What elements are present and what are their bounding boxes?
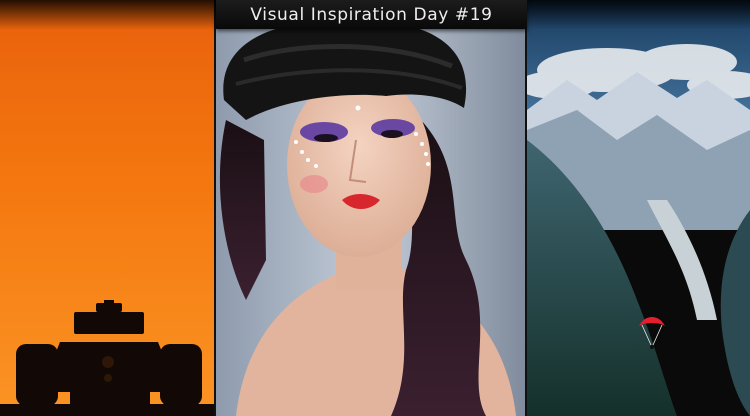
title-bar: Visual Inspiration Day #19 [216,0,527,29]
eye-left [314,134,338,142]
face [287,73,431,257]
mountain-image [527,0,750,416]
left-top-shade [0,0,216,30]
mountain-panel [527,0,750,416]
portrait-image [216,0,527,416]
right-top-shade [527,0,750,30]
race-car-panel [0,0,216,416]
portrait-panel [216,0,527,416]
blush [300,175,328,193]
race-car-image [0,0,216,416]
right-slope [720,210,750,416]
page-title: Visual Inspiration Day #19 [250,4,493,25]
eye-right [381,130,403,138]
